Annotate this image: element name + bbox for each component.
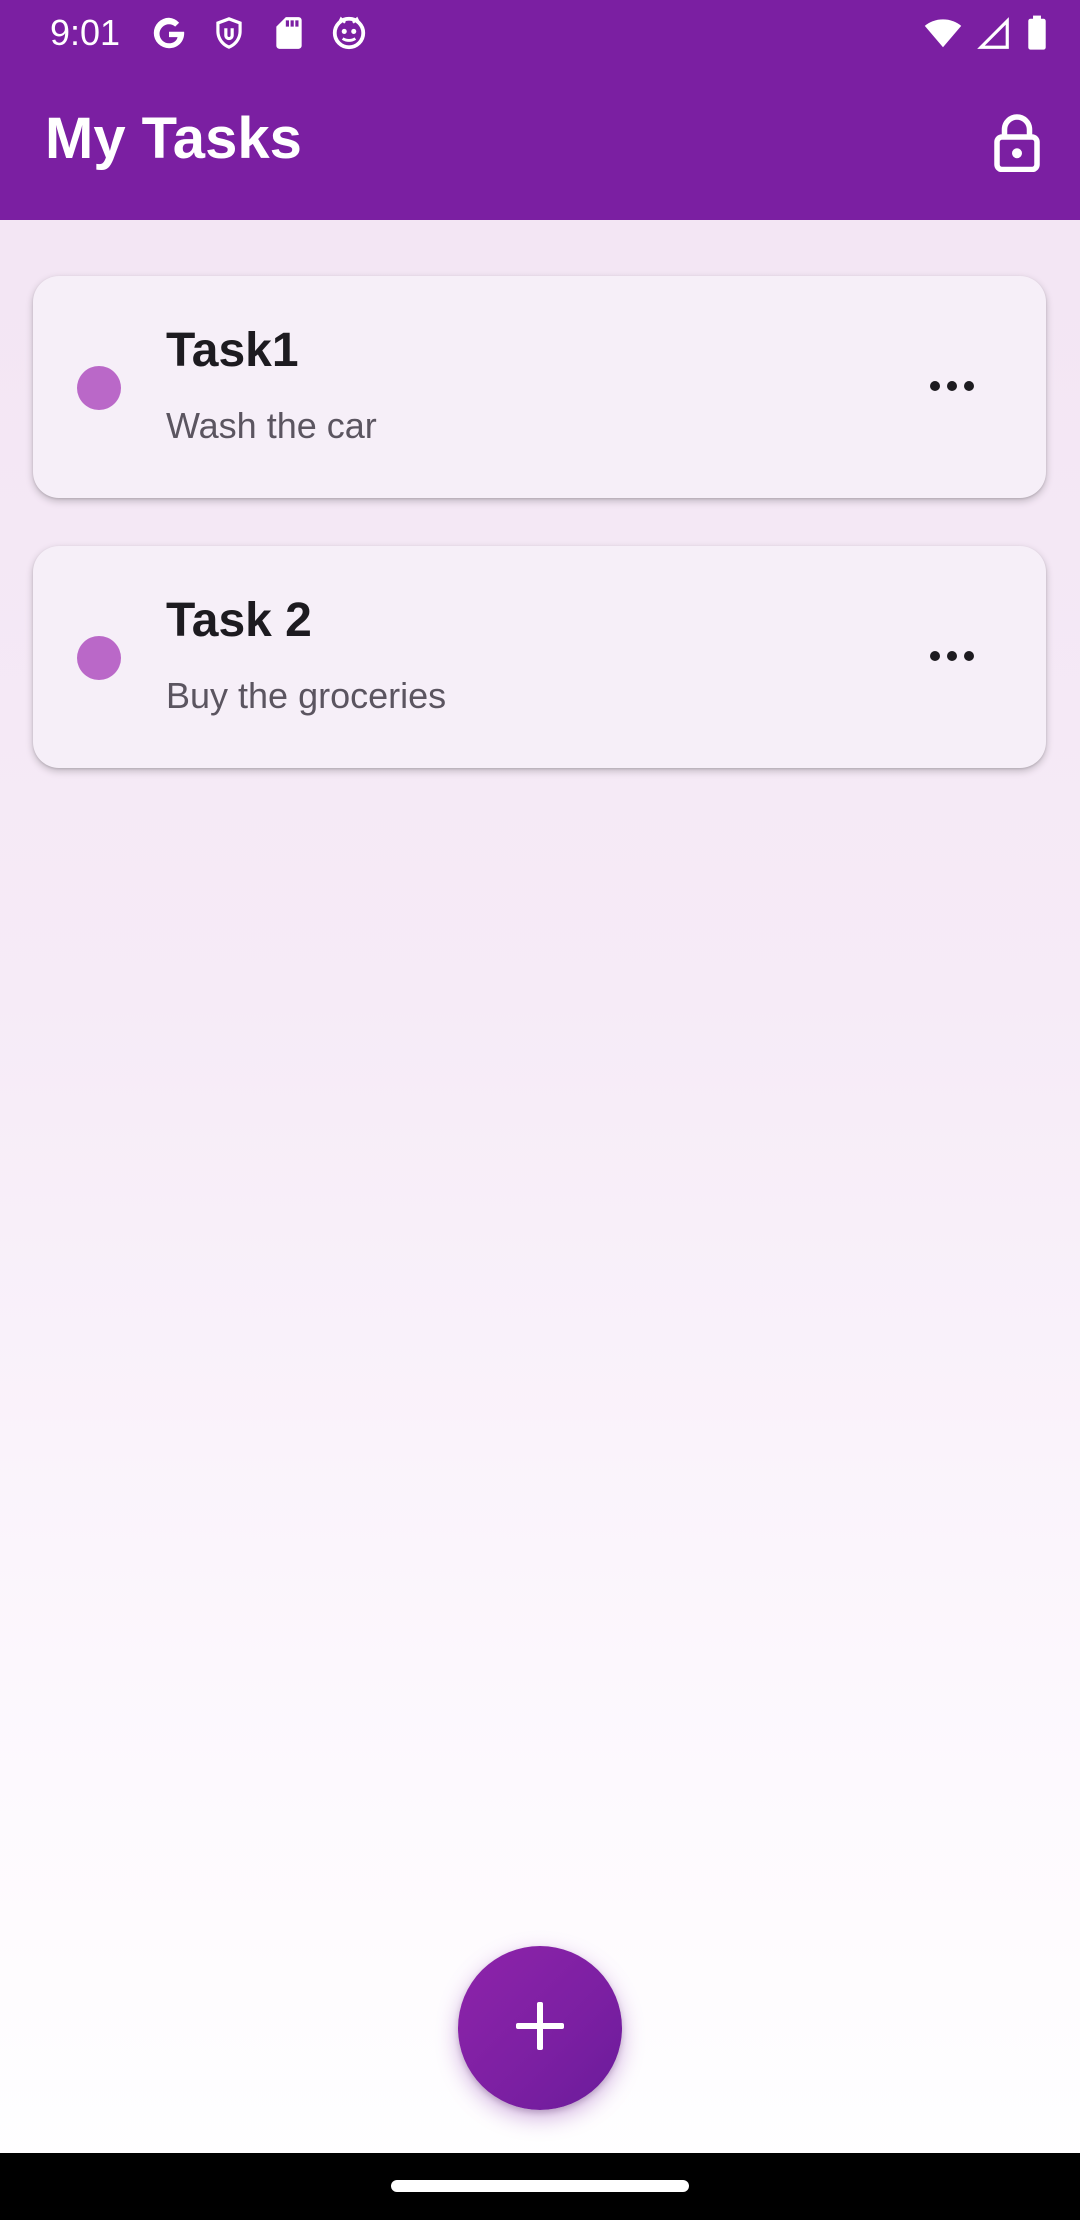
task-card[interactable]: Task1 Wash the car — [33, 276, 1046, 498]
task-description: Wash the car — [166, 405, 377, 446]
task-card[interactable]: Task 2 Buy the groceries — [33, 546, 1046, 768]
task-description: Buy the groceries — [166, 675, 447, 716]
add-task-button[interactable] — [458, 1946, 622, 2110]
page-title: My Tasks — [45, 106, 302, 171]
cat-face-icon — [330, 14, 368, 52]
status-system-icons — [924, 14, 1050, 52]
home-gesture-handle[interactable] — [391, 2180, 689, 2192]
task-status-dot — [77, 636, 121, 680]
task-menu-button[interactable] — [922, 628, 982, 688]
system-navigation-bar — [0, 2153, 1080, 2220]
task-menu-button[interactable] — [922, 358, 982, 418]
lock-icon — [992, 112, 1042, 177]
google-icon — [150, 14, 188, 52]
task-list-screen: 9:01 My Tasks Task1 Wash the car Task 2 … — [0, 0, 1080, 2220]
status-time: 9:01 — [50, 12, 121, 53]
app-bar: My Tasks — [0, 66, 1080, 220]
lock-button[interactable] — [982, 104, 1052, 184]
more-horizontal-icon — [928, 379, 976, 398]
plus-icon — [512, 1998, 568, 2059]
wifi-icon — [924, 14, 962, 52]
battery-icon — [1024, 14, 1050, 52]
shield-icon — [210, 14, 248, 52]
task-title: Task1 — [166, 324, 299, 377]
more-horizontal-icon — [928, 649, 976, 668]
task-title: Task 2 — [166, 594, 312, 647]
cell-signal-icon — [974, 14, 1012, 52]
task-status-dot — [77, 366, 121, 410]
status-notification-icons — [150, 14, 368, 52]
sd-card-icon — [270, 14, 308, 52]
status-bar: 9:01 — [0, 0, 1080, 66]
